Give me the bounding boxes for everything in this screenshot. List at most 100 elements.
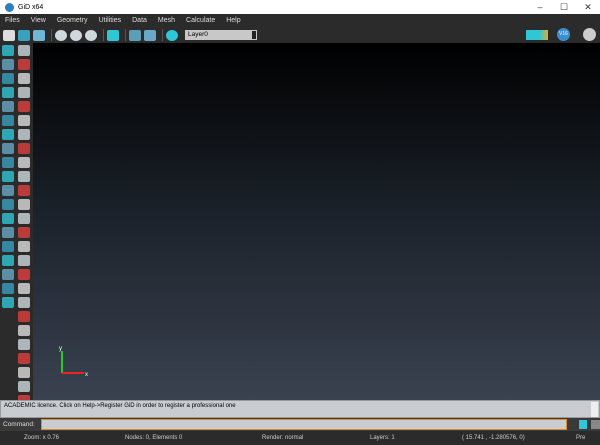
version-badge: V16 xyxy=(559,31,568,37)
open-folder-icon[interactable] xyxy=(18,29,30,41)
geometry-tool-icon[interactable] xyxy=(18,171,30,182)
geometry-tool-icon[interactable] xyxy=(2,87,14,98)
geometry-tool-icon[interactable] xyxy=(18,143,30,154)
geometry-tool-icon[interactable] xyxy=(2,143,14,154)
geometry-tool-icon[interactable] xyxy=(18,115,30,126)
geometry-tool-icon[interactable] xyxy=(2,129,14,140)
window-title: GiD x64 xyxy=(18,3,44,11)
menu-files[interactable]: Files xyxy=(5,17,20,24)
transform-icon[interactable] xyxy=(526,30,548,40)
message-scrollbar[interactable] xyxy=(591,402,598,417)
geometry-tool-icon[interactable] xyxy=(2,73,14,84)
status-zoom: Zoom: x 0.76 xyxy=(24,435,60,441)
geometry-tool-icon[interactable] xyxy=(2,297,14,308)
expand-icon[interactable] xyxy=(591,420,600,429)
empty-slot xyxy=(2,381,16,394)
menu-bar: Files View Geometry Utilities Data Mesh … xyxy=(0,14,600,27)
geometry-tool-icon[interactable] xyxy=(2,213,14,224)
gid-logo-icon xyxy=(5,2,14,12)
geometry-tool-icon[interactable] xyxy=(2,283,14,294)
message-area: ACADEMIC licence. Click on Help->Registe… xyxy=(0,400,600,418)
geometry-tool-icon[interactable] xyxy=(18,213,30,224)
menu-mesh[interactable]: Mesh xyxy=(158,17,175,24)
geometry-tool-icon[interactable] xyxy=(2,241,14,252)
maximize-button[interactable]: ☐ xyxy=(552,0,576,14)
geometry-tool-icon[interactable] xyxy=(18,129,30,140)
menu-utilities[interactable]: Utilities xyxy=(99,17,122,24)
geometry-tool-icon[interactable] xyxy=(18,353,30,364)
geometry-tool-icon[interactable] xyxy=(18,227,30,238)
layer-select[interactable]: Layer0 xyxy=(185,30,257,40)
geometry-tool-icon[interactable] xyxy=(18,101,30,112)
command-row: Command: xyxy=(0,418,600,431)
menu-help[interactable]: Help xyxy=(226,17,240,24)
command-label: Command: xyxy=(3,421,35,428)
axis-y-label: y xyxy=(59,346,62,352)
separator xyxy=(162,29,163,41)
left-toolbar xyxy=(0,43,33,406)
save-icon[interactable] xyxy=(33,29,45,41)
status-render: Render: normal xyxy=(262,435,304,441)
command-input[interactable] xyxy=(40,419,568,430)
geometry-tool-icon[interactable] xyxy=(18,199,30,210)
empty-slot xyxy=(2,353,16,366)
geometry-tool-icon[interactable] xyxy=(18,157,30,168)
geometry-tool-icon[interactable] xyxy=(18,45,30,56)
menu-geometry[interactable]: Geometry xyxy=(57,17,88,24)
geometry-tool-icon[interactable] xyxy=(2,185,14,196)
geometry-tool-icon[interactable] xyxy=(2,255,14,266)
lightning-icon[interactable] xyxy=(579,420,588,429)
separator xyxy=(103,29,104,41)
geometry-tool-icon[interactable] xyxy=(18,87,30,98)
menu-calculate[interactable]: Calculate xyxy=(186,17,215,24)
geometry-tool-icon[interactable] xyxy=(2,199,14,210)
geometry-tool-icon[interactable] xyxy=(2,157,14,168)
geometry-tool-icon[interactable] xyxy=(18,255,30,266)
geometry-tool-icon[interactable] xyxy=(18,73,30,84)
status-nodes: Nodes: 0, Elements 0 xyxy=(125,435,183,441)
geometry-tool-icon[interactable] xyxy=(18,185,30,196)
view-eye-options-icon[interactable] xyxy=(85,29,97,41)
empty-slot xyxy=(2,367,16,380)
geometry-tool-icon[interactable] xyxy=(18,283,30,294)
geometry-tool-icon[interactable] xyxy=(2,269,14,280)
geometry-tool-icon[interactable] xyxy=(2,101,14,112)
geometry-tool-icon[interactable] xyxy=(18,297,30,308)
axes-icon: y x xyxy=(59,346,88,378)
geometry-tool-icon[interactable] xyxy=(2,59,14,70)
status-layers: Layers: 1 xyxy=(370,435,395,441)
geometry-tool-icon[interactable] xyxy=(18,59,30,70)
geometry-tool-icon[interactable] xyxy=(2,115,14,126)
status-mode[interactable]: Pre xyxy=(576,435,585,441)
graphics-canvas[interactable]: y x xyxy=(33,43,600,400)
gear-icon[interactable] xyxy=(166,29,178,41)
render-icon[interactable] xyxy=(129,29,141,41)
geometry-tool-icon[interactable] xyxy=(2,171,14,182)
minimize-button[interactable]: – xyxy=(528,0,552,14)
camera-icon[interactable] xyxy=(107,29,119,41)
empty-slot xyxy=(2,325,16,338)
menu-view[interactable]: View xyxy=(31,17,46,24)
view-eye-icon[interactable] xyxy=(55,29,67,41)
new-file-icon[interactable] xyxy=(3,29,15,41)
geometry-tool-icon[interactable] xyxy=(2,45,14,56)
licence-message: ACADEMIC licence. Click on Help->Registe… xyxy=(4,403,236,409)
separator xyxy=(125,29,126,41)
geometry-tool-icon[interactable] xyxy=(18,367,30,378)
geometry-tool-icon[interactable] xyxy=(18,269,30,280)
layers-icon[interactable] xyxy=(144,29,156,41)
geometry-tool-icon[interactable] xyxy=(18,325,30,336)
status-coords: ( 15.741 , -1.280576, 0) xyxy=(462,435,525,441)
geometry-tool-icon[interactable] xyxy=(18,311,30,322)
geometry-tool-icon[interactable] xyxy=(18,339,30,350)
gid-version-icon[interactable]: V16 xyxy=(557,28,570,41)
view-eye-rotate-icon[interactable] xyxy=(70,29,82,41)
title-bar: GiD x64 – ☐ ✕ xyxy=(0,0,600,14)
empty-slot xyxy=(2,339,16,352)
geometry-tool-icon[interactable] xyxy=(2,227,14,238)
menu-data[interactable]: Data xyxy=(132,17,147,24)
user-avatar-icon[interactable] xyxy=(583,28,596,41)
geometry-tool-icon[interactable] xyxy=(18,381,30,392)
close-button[interactable]: ✕ xyxy=(576,0,600,14)
geometry-tool-icon[interactable] xyxy=(18,241,30,252)
